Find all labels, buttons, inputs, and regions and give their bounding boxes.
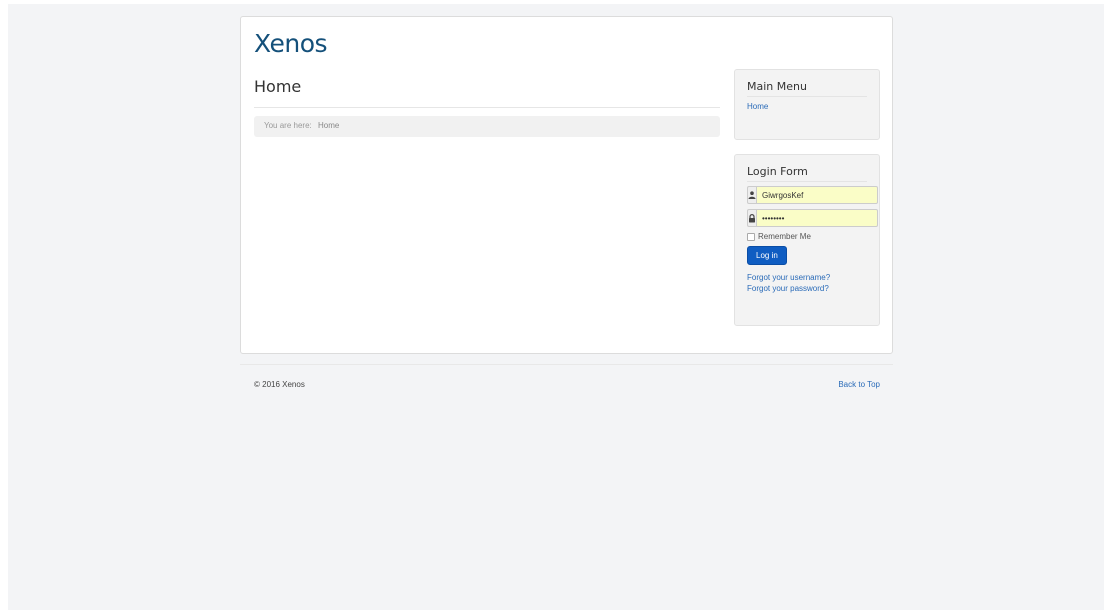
breadcrumb-label: You are here: — [264, 121, 312, 130]
password-row — [747, 209, 878, 227]
page-title: Home — [254, 77, 302, 96]
breadcrumb-current: Home — [317, 121, 340, 130]
remember-me-label[interactable]: Remember Me — [758, 232, 811, 241]
login-button[interactable]: Log in — [747, 246, 787, 265]
remember-me-checkbox[interactable] — [747, 232, 755, 241]
username-input[interactable] — [756, 186, 878, 204]
username-row — [747, 186, 878, 204]
page-header: Home — [254, 77, 720, 108]
back-to-top-link[interactable]: Back to Top — [838, 380, 880, 389]
login-form-module: Login Form Remember Me Log in Forgot you… — [734, 154, 880, 326]
login-form-title: Login Form — [747, 165, 867, 182]
main-menu-module: Main Menu Home — [734, 69, 880, 140]
main-container: Xenos Home You are here: Home Main Menu … — [240, 16, 893, 354]
menu-item-home[interactable]: Home — [747, 101, 867, 112]
footer-copyright: © 2016 Xenos — [254, 380, 305, 389]
breadcrumb: You are here: Home — [254, 116, 720, 137]
forgot-password-link[interactable]: Forgot your password? — [747, 283, 867, 294]
remember-me-row: Remember Me — [747, 232, 867, 241]
site-brand-link[interactable]: Xenos — [254, 29, 328, 58]
footer-divider — [240, 364, 893, 365]
user-icon — [747, 186, 756, 204]
forgot-username-link[interactable]: Forgot your username? — [747, 272, 867, 283]
lock-icon — [747, 209, 756, 227]
main-menu-title: Main Menu — [747, 80, 867, 97]
password-input[interactable] — [756, 209, 878, 227]
